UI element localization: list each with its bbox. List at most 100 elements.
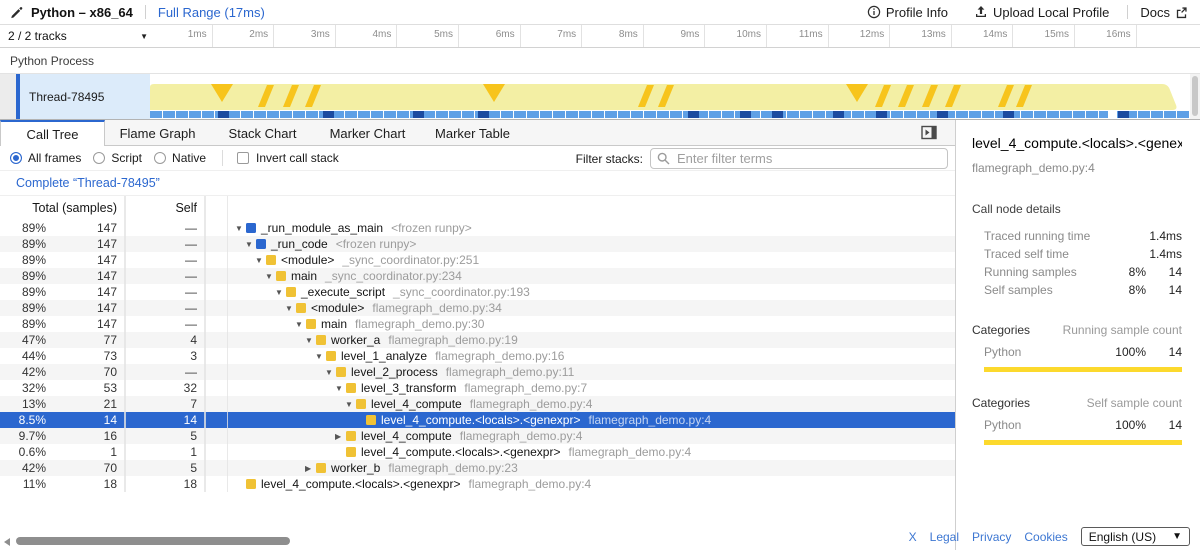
call-tree-toolbar: All frames Script Native Invert call stack… <box>0 146 955 171</box>
tree-row[interactable]: 89%147—▼main_sync_coordinator.py:234 <box>0 268 955 284</box>
horizontal-scrollbar-thumb[interactable] <box>16 537 290 545</box>
thread-activity-graph[interactable] <box>150 74 1190 119</box>
file-location: <frozen runpy> <box>336 237 417 251</box>
call-node-details: Traced running time1.4msTraced self time… <box>972 227 1182 299</box>
ruler-tick-label: 6ms <box>455 29 515 40</box>
total-samples: 14 <box>46 413 117 427</box>
category-square-icon <box>256 239 266 249</box>
column-header-total[interactable]: Total (samples) <box>0 201 117 215</box>
footer-link-privacy[interactable]: Privacy <box>972 530 1011 544</box>
collapse-icon[interactable]: ▼ <box>345 400 356 409</box>
category-square-icon <box>286 287 296 297</box>
self-samples: 1 <box>117 445 197 459</box>
tree-cell: level_4_compute.<locals>.<genexpr> flameg… <box>227 413 955 427</box>
collapse-icon[interactable]: ▼ <box>255 256 266 265</box>
file-location: _sync_coordinator.py:234 <box>325 269 462 283</box>
scroll-left-arrow-icon[interactable] <box>4 538 10 546</box>
self-samples: — <box>117 253 197 267</box>
tree-row[interactable]: 0.6%11level_4_compute.<locals>.<genexpr>… <box>0 444 955 460</box>
sidebar-categories: CategoriesRunning sample countPython100%… <box>972 323 1182 445</box>
language-select[interactable]: English (US) ▼ <box>1081 527 1190 546</box>
expand-icon[interactable]: ▶ <box>335 432 346 441</box>
tree-row[interactable]: 89%147—▼_execute_script_sync_coordinator… <box>0 284 955 300</box>
self-samples: 3 <box>117 349 197 363</box>
tree-row[interactable]: 47%774▼worker_aflamegraph_demo.py:19 <box>0 332 955 348</box>
file-location: flamegraph_demo.py:4 <box>588 413 711 427</box>
collapse-icon[interactable]: ▼ <box>265 272 276 281</box>
radio-label: Script <box>111 151 142 165</box>
process-track-header[interactable]: Python Process <box>0 48 1200 74</box>
detail-value: 1.4ms <box>1146 247 1182 261</box>
tree-row[interactable]: 89%147—▼mainflamegraph_demo.py:30 <box>0 316 955 332</box>
profile-info-button[interactable]: Profile Info <box>867 5 948 20</box>
tree-row[interactable]: 89%147—▼_run_module_as_main<frozen runpy… <box>0 220 955 236</box>
tab-flame-graph[interactable]: Flame Graph <box>105 120 210 146</box>
column-header-self[interactable]: Self <box>117 201 197 215</box>
footer-link-cookies[interactable]: Cookies <box>1024 530 1067 544</box>
sidebar-toggle-icon[interactable] <box>921 125 937 140</box>
file-location: flamegraph_demo.py:4 <box>460 429 583 443</box>
collapse-icon[interactable]: ▼ <box>285 304 296 313</box>
docs-link[interactable]: Docs <box>1140 5 1188 20</box>
radio-script[interactable]: Script <box>93 151 142 165</box>
collapse-icon[interactable]: ▼ <box>275 288 286 297</box>
tree-row[interactable]: 44%733▼level_1_analyzeflamegraph_demo.py… <box>0 348 955 364</box>
tree-cell: ▼level_4_computeflamegraph_demo.py:4 <box>227 397 955 411</box>
sidebar-file-location: flamegraph_demo.py:4 <box>972 161 1182 175</box>
upload-profile-button[interactable]: Upload Local Profile <box>974 5 1109 20</box>
file-location: flamegraph_demo.py:7 <box>464 381 587 395</box>
filter-input[interactable] <box>650 148 948 169</box>
tree-row[interactable]: 32%5332▼level_3_transformflamegraph_demo… <box>0 380 955 396</box>
detail-percent: 8% <box>1104 265 1146 279</box>
total-percent: 89% <box>0 317 46 331</box>
category-bar <box>984 440 1182 445</box>
tab-marker-chart[interactable]: Marker Chart <box>315 120 420 146</box>
tree-row[interactable]: 89%147—▼_run_code<frozen runpy> <box>0 236 955 252</box>
categories-title: Categories <box>972 323 1030 337</box>
invert-call-stack-checkbox[interactable]: Invert call stack <box>237 151 339 165</box>
tree-row[interactable]: 13%217▼level_4_computeflamegraph_demo.py… <box>0 396 955 412</box>
tab-stack-chart[interactable]: Stack Chart <box>210 120 315 146</box>
collapse-icon[interactable]: ▼ <box>245 240 256 249</box>
collapse-icon[interactable]: ▼ <box>315 352 326 361</box>
collapse-icon[interactable]: ▼ <box>335 384 346 393</box>
total-samples: 147 <box>46 221 117 235</box>
vertical-scrollbar[interactable] <box>1190 74 1200 119</box>
collapse-icon[interactable]: ▼ <box>305 336 316 345</box>
close-footer-link[interactable]: X <box>909 530 917 544</box>
thread-track: Thread-78495 <box>0 74 1200 120</box>
tree-row[interactable]: 9.7%165▶level_4_computeflamegraph_demo.p… <box>0 428 955 444</box>
breadcrumb-root-link[interactable]: Complete “Thread-78495” <box>16 176 160 190</box>
collapse-icon[interactable]: ▼ <box>325 368 336 377</box>
tree-row[interactable]: 89%147—▼<module>flamegraph_demo.py:34 <box>0 300 955 316</box>
tree-row[interactable]: 42%70—▼level_2_processflamegraph_demo.py… <box>0 364 955 380</box>
total-samples: 70 <box>46 461 117 475</box>
radio-native[interactable]: Native <box>154 151 206 165</box>
total-samples: 147 <box>46 285 117 299</box>
expand-icon[interactable]: ▶ <box>305 464 316 473</box>
total-percent: 8.5% <box>0 413 46 427</box>
radio-all-frames[interactable]: All frames <box>10 151 81 165</box>
footer-link-legal[interactable]: Legal <box>930 530 959 544</box>
tab-call-tree[interactable]: Call Tree <box>0 120 105 147</box>
tree-row[interactable]: 8.5%1414level_4_compute.<locals>.<genexp… <box>0 412 955 428</box>
edit-profile-name-icon[interactable] <box>10 6 23 19</box>
collapse-icon[interactable]: ▼ <box>235 224 246 233</box>
tree-row[interactable]: 42%705▶worker_bflamegraph_demo.py:23 <box>0 460 955 476</box>
tree-row[interactable]: 89%147—▼<module>_sync_coordinator.py:251 <box>0 252 955 268</box>
thread-track-label[interactable]: Thread-78495 <box>20 74 150 119</box>
full-range-button[interactable]: Full Range (17ms) <box>158 5 265 20</box>
function-name: level_4_compute <box>371 397 462 411</box>
vertical-scrollbar-thumb[interactable] <box>1192 76 1198 116</box>
file-location: flamegraph_demo.py:34 <box>372 301 501 315</box>
self-samples: 32 <box>117 381 197 395</box>
tree-cell: ▼_execute_script_sync_coordinator.py:193 <box>227 285 955 299</box>
upload-icon <box>974 5 988 19</box>
tab-marker-table[interactable]: Marker Table <box>420 120 525 146</box>
collapse-icon[interactable]: ▼ <box>295 320 306 329</box>
function-name: level_4_compute.<locals>.<genexpr> <box>381 413 580 427</box>
horizontal-scrollbar[interactable] <box>0 534 950 549</box>
tracks-dropdown[interactable]: 2 / 2 tracks ▼ <box>8 25 148 47</box>
panel-tabbar: Call TreeFlame GraphStack ChartMarker Ch… <box>0 120 955 146</box>
tree-row[interactable]: 11%1818level_4_compute.<locals>.<genexpr… <box>0 476 955 492</box>
